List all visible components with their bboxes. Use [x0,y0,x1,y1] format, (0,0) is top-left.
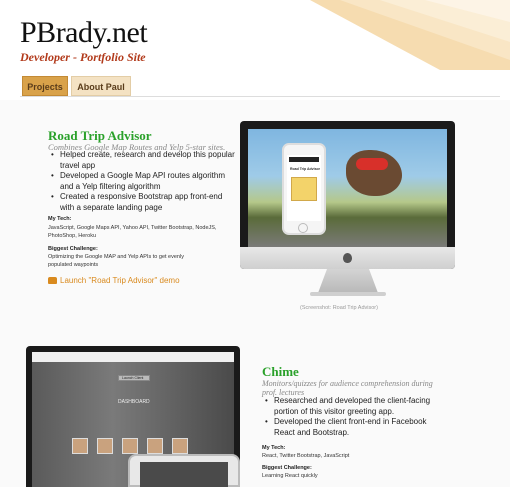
browser-bar [32,352,234,362]
list-item: Developed the client front-end in Facebo… [262,417,442,438]
screen-dashboard-label: DASHBOARD [118,399,150,405]
launch-demo-label: Launch "Road Trip Advisor" demo [60,276,180,285]
list-item: Researched and developed the client-faci… [262,396,442,417]
tech-heading: My Tech: [262,445,286,451]
screen-login-button: Launch Client [118,375,150,381]
phone-app-bar [289,157,319,162]
challenge-text: Optimizing the Google MAP and Yelp APIs … [48,254,184,268]
site-subtitle: Developer - Portfolio Site [20,50,146,64]
header-stripes-decoration [310,0,510,70]
challenge-heading: Biggest Challenge: [48,246,98,252]
nav-divider [20,96,500,97]
phone-home-button [298,223,308,233]
project-bullets-road-trip: Helped create, research and develop this… [48,150,238,213]
avatar [72,438,88,454]
avatar [97,438,113,454]
apple-logo-icon [343,253,352,263]
list-item: Helped create, research and develop this… [48,150,238,171]
challenge-text: Learning React quickly [262,473,318,479]
phone-mockup: Road Trip Advisor [282,143,326,235]
phone-map [291,177,317,201]
project-bullets-chime: Researched and developed the client-faci… [262,396,442,438]
phone-screen: Road Trip Advisor [287,155,321,221]
challenge-heading: Biggest Challenge: [262,465,312,471]
project-title-chime: Chime [262,364,299,379]
avatar [122,438,138,454]
monitor-stand [318,269,378,293]
screenshot-image [248,129,447,247]
monitor-screenshot-road-trip[interactable] [240,121,455,269]
tech-list: React, Twitter Bootstrap, JavaScript [262,453,350,459]
avatar [172,438,188,454]
avatar [147,438,163,454]
tab-about-paul[interactable]: About Paul [71,76,131,96]
screenshot-caption: (Screenshot: Road Trip Advisor) [300,305,378,311]
site-title[interactable]: PBrady.net [20,18,148,48]
site-header: PBrady.net Developer - Portfolio Site [0,0,510,70]
goggles-image [356,158,388,170]
tech-heading: My Tech: [48,216,72,222]
monitor-chin [240,247,455,269]
list-item: Created a responsive Bootstrap app front… [48,192,238,213]
list-item: Developed a Google Map API routes algori… [48,171,238,192]
car-icon [48,277,57,284]
tech-list: JavaScript, Google Maps API, Yahoo API, … [48,225,217,239]
tablet-mockup [128,454,240,487]
project-subtitle-chime: Monitors/quizzes for audience comprehens… [262,379,433,397]
tablet-screen [140,462,228,487]
tab-projects[interactable]: Projects [22,76,68,96]
launch-demo-link[interactable]: Launch "Road Trip Advisor" demo [48,276,180,285]
screen-login-label: Launch Client [122,376,144,380]
phone-app-title: Road Trip Advisor [290,167,321,171]
monitor-base [310,292,386,296]
